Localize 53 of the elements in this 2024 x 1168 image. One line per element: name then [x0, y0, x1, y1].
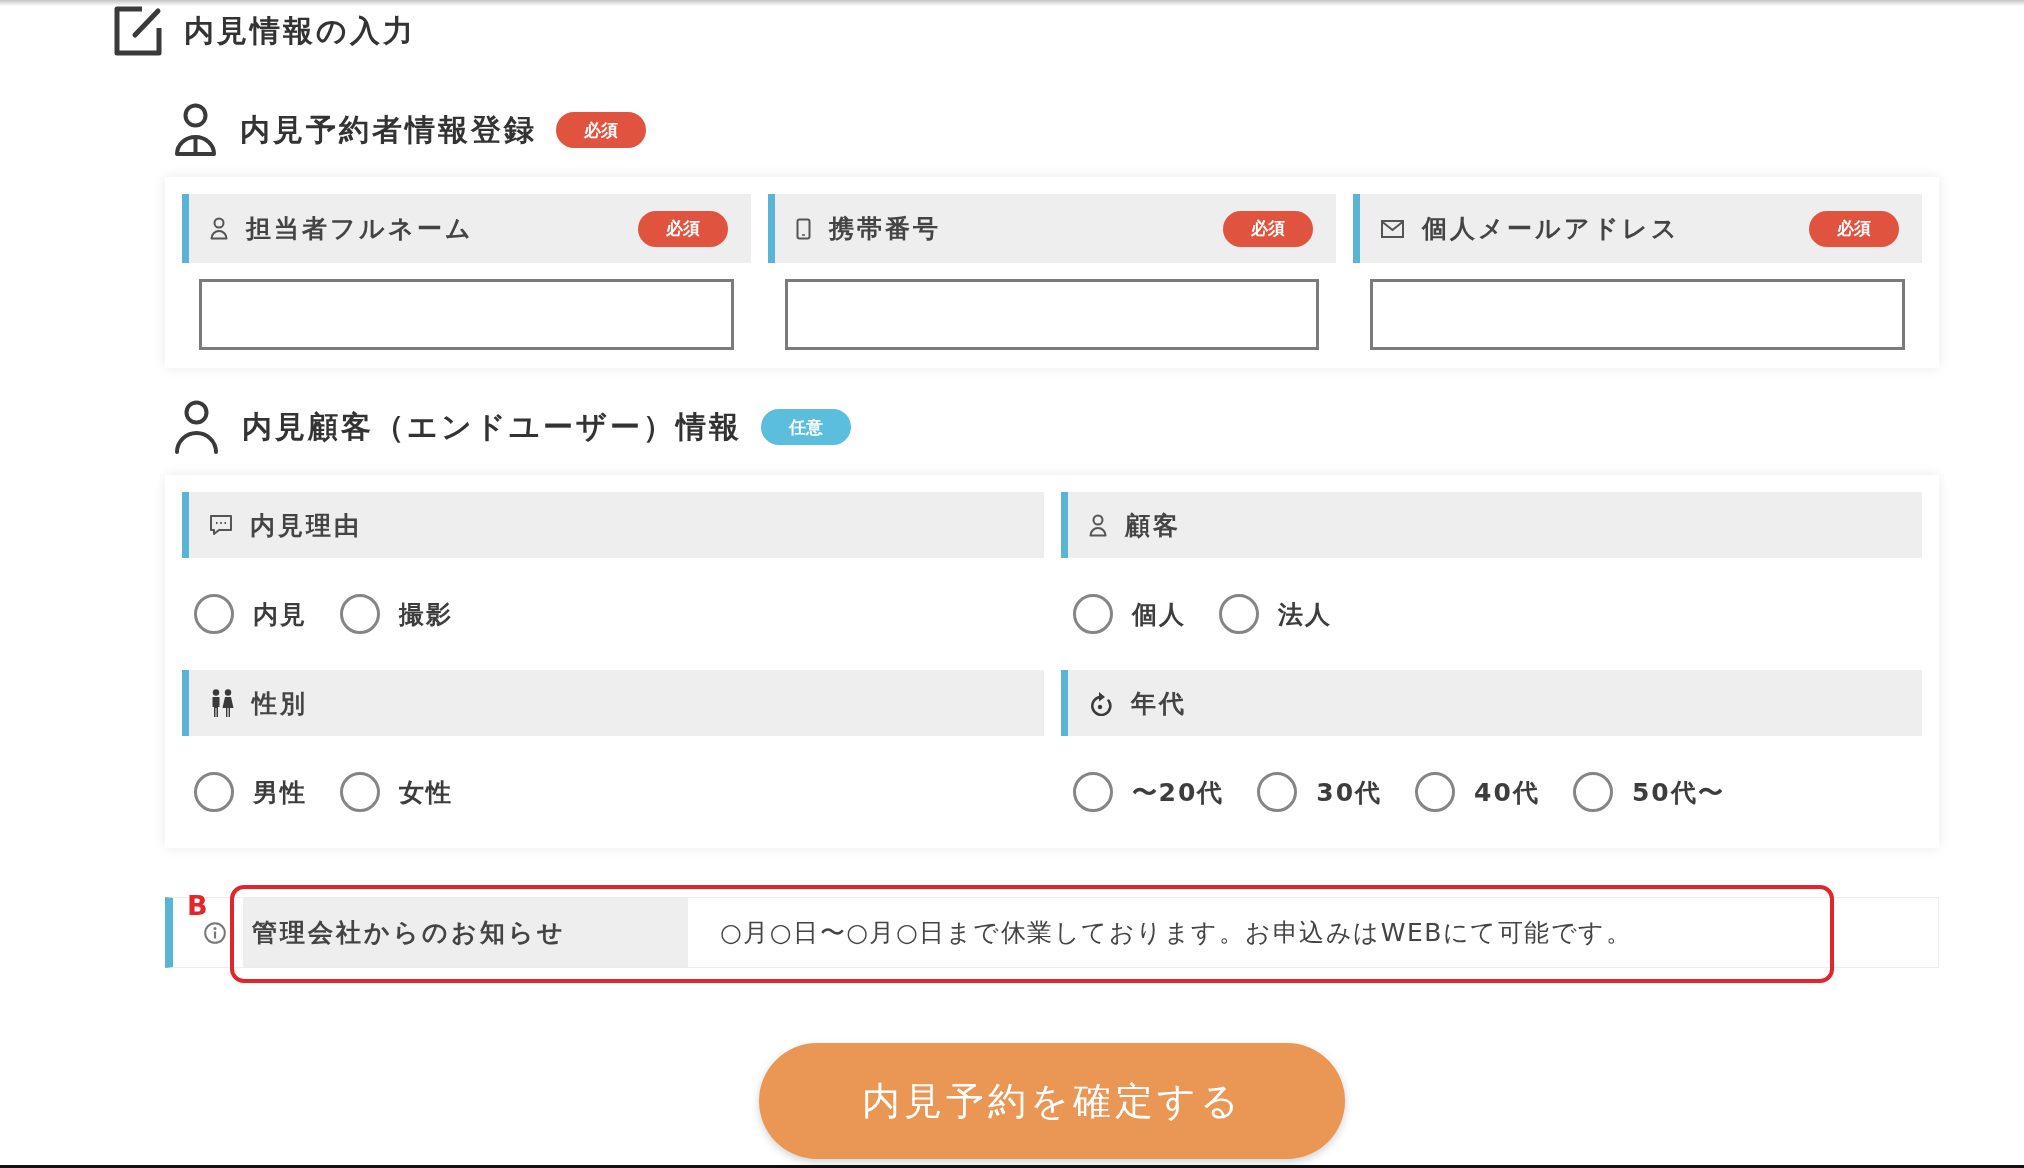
optional-badge: 任意 [761, 409, 851, 445]
field-label: 担当者フルネーム [246, 213, 474, 245]
envelope-icon [1381, 219, 1405, 238]
option-label: 内見 [253, 598, 307, 631]
field-label: 性別 [252, 687, 308, 720]
info-icon [204, 921, 226, 944]
radio-button[interactable] [340, 594, 380, 634]
radio-button[interactable] [340, 772, 380, 812]
edit-icon [114, 6, 162, 56]
notice-label: 管理会社からのお知らせ [243, 898, 688, 967]
annotation-label: B [187, 891, 208, 921]
field-label: 内見理由 [250, 509, 362, 542]
radio-button[interactable] [194, 772, 234, 812]
required-badge: 必須 [1809, 210, 1899, 247]
person-icon [210, 217, 228, 240]
option-label: 法人 [1277, 598, 1332, 631]
field-label: 顧客 [1124, 509, 1181, 542]
radio-button[interactable] [1415, 772, 1456, 812]
option-label: 撮影 [399, 598, 453, 631]
section-title: 内見顧客（エンドユーザー）情報 [242, 407, 742, 446]
required-badge: 必須 [1223, 210, 1314, 247]
option-label: 男性 [253, 776, 307, 809]
radio-button[interactable] [1072, 594, 1113, 634]
section-title: 内見予約者情報登録 [240, 110, 537, 149]
option-label: 女性 [399, 776, 453, 809]
submit-button[interactable]: 内見予約を確定する [759, 1043, 1345, 1159]
required-badge: 必須 [637, 210, 728, 247]
option-label: 50代〜 [1631, 776, 1725, 809]
option-label: 個人 [1131, 598, 1186, 631]
person-icon [1088, 513, 1107, 537]
radio-button[interactable] [1072, 772, 1113, 812]
speech-bubble-icon [210, 515, 232, 535]
radio-button[interactable] [1572, 772, 1613, 812]
radio-button[interactable] [194, 594, 234, 634]
radio-button[interactable] [1218, 594, 1259, 634]
input-field[interactable] [784, 279, 1320, 350]
field-label: 携帯番号 [828, 213, 941, 245]
input-field[interactable] [1370, 279, 1905, 350]
page-title: 内見情報の入力 [184, 11, 416, 50]
option-label: 〜20代 [1131, 776, 1225, 809]
option-label: 40代 [1474, 776, 1540, 809]
person-icon [174, 103, 217, 157]
option-label: 30代 [1316, 776, 1383, 809]
input-field[interactable] [199, 279, 734, 350]
people-icon [210, 689, 234, 717]
field-label: 年代 [1130, 687, 1187, 720]
phone-icon [795, 217, 811, 240]
radio-button[interactable] [1257, 772, 1298, 812]
circular-arrow-icon [1088, 690, 1113, 716]
person-icon [174, 400, 219, 454]
notice-text: ○月○日〜○月○日まで休業しております。お申込みはWEBにて可能です。 [719, 917, 1633, 949]
required-badge: 必須 [556, 112, 646, 148]
field-label: 個人メールアドレス [1422, 213, 1681, 245]
